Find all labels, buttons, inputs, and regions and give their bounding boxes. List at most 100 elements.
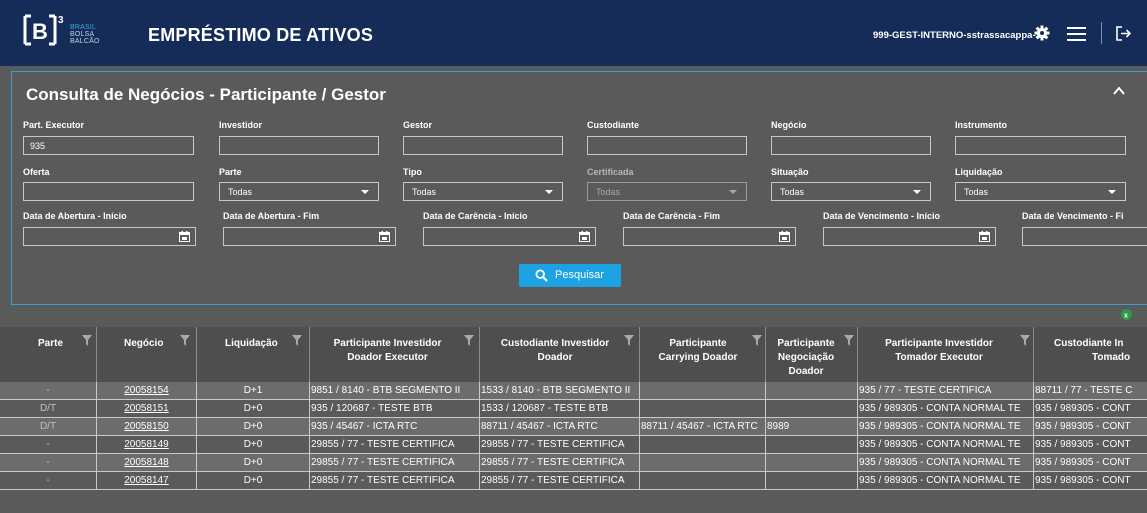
carencia-inicio-input[interactable] [423, 227, 596, 246]
menu-icon[interactable] [1067, 27, 1086, 41]
cell-negocio[interactable]: 20058154 [97, 382, 197, 400]
cell-liquidacao: D+0 [197, 472, 310, 490]
liquidacao-select[interactable]: Todas [955, 182, 1126, 201]
filter-panel: Consulta de Negócios - Participante / Ge… [11, 71, 1147, 305]
cell-ci-tomador: 935 / 989305 - CONT [1035, 403, 1131, 414]
table-row[interactable]: D/T 20058150 D+0 935 / 45467 - ICTA RTC 8871… [0, 418, 1147, 436]
label-gestor: Gestor [403, 120, 433, 130]
filter-icon[interactable] [82, 335, 92, 346]
label-negocio: Negócio [771, 120, 807, 130]
calendar-icon[interactable] [979, 231, 990, 242]
cell-parte: D/T [0, 418, 97, 436]
filter-icon[interactable] [464, 335, 474, 346]
cell-pn-doador [766, 454, 858, 472]
gestor-input[interactable] [403, 136, 563, 155]
column-header-pi-tomador[interactable]: Participante Investidor Tomador Executor [858, 327, 1034, 382]
situacao-select[interactable]: Todas [771, 182, 931, 201]
toolbar-divider [1101, 22, 1102, 44]
cell-liquidacao: D+0 [197, 454, 310, 472]
parte-select[interactable]: Todas [219, 182, 379, 201]
calendar-icon[interactable] [779, 231, 790, 242]
investidor-input[interactable] [219, 136, 379, 155]
oferta-input[interactable] [23, 182, 194, 201]
cell-pi-doador: 29855 / 77 - TESTE CERTIFICA [310, 454, 480, 472]
panel-title: Consulta de Negócios - Participante / Ge… [26, 85, 386, 104]
abertura-inicio-input[interactable] [23, 227, 196, 246]
top-bar: B 3 BRASIL BOLSA BALCÃO EMPRÉSTIMO DE AT… [0, 0, 1147, 66]
excel-export-icon[interactable]: x [1121, 309, 1132, 320]
situacao-select-value: Todas [780, 187, 805, 197]
cell-ci-tomador: 935 / 989305 - CONT [1035, 439, 1131, 450]
cell-pi-tomador: 935 / 989305 - CONTA NORMAL TE [858, 436, 1034, 454]
filter-icon[interactable] [1020, 335, 1030, 346]
table-row[interactable]: -20058149 D+0 29855 / 77 - TESTE CERTIFICA… [0, 436, 1147, 454]
column-title: Doador Executor [347, 352, 428, 363]
gear-icon[interactable] [1034, 25, 1050, 41]
label-oferta: Oferta [23, 167, 50, 177]
calendar-icon[interactable] [379, 231, 390, 242]
cell-pi-tomador: 935 / 77 - TESTE CERTIFICA [858, 382, 1034, 400]
chevron-up-icon[interactable] [1112, 84, 1126, 98]
parte-select-value: Todas [228, 187, 253, 197]
filter-icon[interactable] [624, 335, 634, 346]
column-title: Custodiante Investidor [500, 338, 610, 349]
cell-negocio[interactable]: 20058149 [97, 436, 197, 454]
instrumento-input[interactable] [955, 136, 1126, 155]
cell-parte: - [0, 472, 97, 490]
label-vencimento-fim: Data de Vencimento - Fi [1022, 211, 1124, 221]
column-title: Parte [38, 338, 64, 349]
cell-negocio[interactable]: 20058150 [97, 418, 197, 436]
table-row[interactable]: -20058154 D+1 9851 / 8140 - BTB SEGMENTO I… [0, 382, 1147, 400]
filter-icon[interactable] [180, 335, 190, 346]
cell-negocio[interactable]: 20058148 [97, 454, 197, 472]
filter-icon[interactable] [844, 335, 854, 346]
column-title: Participante Investidor [333, 338, 442, 349]
cell-pi-tomador: 935 / 989305 - CONTA NORMAL TE [858, 472, 1034, 490]
logout-icon[interactable] [1115, 25, 1132, 42]
user-name[interactable]: 999-GEST-INTERNO-sstrassacappa-S1 [873, 30, 1047, 41]
cell-ci-doador: 1533 / 8140 - BTB SEGMENTO II [480, 382, 640, 400]
filter-icon[interactable] [292, 335, 302, 346]
column-header-ci-doador[interactable]: Custodiante Investidor Doador [480, 327, 640, 382]
column-header-negocio[interactable]: Negócio [97, 327, 197, 382]
cell-parte: D/T [0, 400, 97, 418]
chevron-down-icon [1108, 190, 1116, 194]
column-header-pi-doador[interactable]: Participante Investidor Doador Executor [310, 327, 480, 382]
cell-ci-tomador: 935 / 989305 - CONT [1035, 475, 1131, 486]
column-header-liquidacao[interactable]: Liquidação [197, 327, 310, 382]
vencimento-fim-input[interactable] [1022, 227, 1147, 246]
calendar-icon[interactable] [579, 231, 590, 242]
cell-negocio[interactable]: 20058151 [97, 400, 197, 418]
calendar-icon[interactable] [179, 231, 190, 242]
cell-ci-doador: 1533 / 120687 - TESTE BTB [480, 400, 640, 418]
vencimento-inicio-input[interactable] [823, 227, 996, 246]
tipo-select[interactable]: Todas [403, 182, 563, 201]
column-title: Negócio [124, 338, 164, 349]
abertura-fim-input[interactable] [223, 227, 396, 246]
table-row[interactable]: -20058148 D+0 29855 / 77 - TESTE CERTIFICA… [0, 454, 1147, 472]
carencia-fim-input[interactable] [623, 227, 796, 246]
label-certificada: Certificada [587, 167, 634, 177]
cell-negocio[interactable]: 20058147 [97, 472, 197, 490]
cell-pn-doador [766, 472, 858, 490]
table-row[interactable]: D/T 20058151 D+0 935 / 120687 - TESTE BTB 15… [0, 400, 1147, 418]
label-carencia-inicio: Data de Carência - Início [423, 211, 528, 221]
column-header-pc-doador[interactable]: Participante Carrying Doador [640, 327, 766, 382]
column-header-parte[interactable]: Parte [0, 327, 97, 382]
cell-pi-doador: 935 / 45467 - ICTA RTC [310, 418, 480, 436]
filter-icon[interactable] [752, 335, 762, 346]
negocio-input[interactable] [771, 136, 931, 155]
column-header-ci-tomador[interactable]: Custodiante In Tomado [1034, 327, 1147, 382]
table-row[interactable]: -20058147 D+0 29855 / 77 - TESTE CERTIFICA… [0, 472, 1147, 490]
cell-ci-doador: 29855 / 77 - TESTE CERTIFICA [480, 454, 640, 472]
column-header-pn-doador[interactable]: Participante Negociação Doador [766, 327, 858, 382]
svg-text:x: x [1124, 313, 1128, 320]
certificada-select: Todas [587, 182, 747, 201]
search-button[interactable]: Pesquisar [519, 264, 621, 287]
tipo-select-value: Todas [412, 187, 437, 197]
custodiante-input[interactable] [587, 136, 747, 155]
cell-pc-doador [640, 472, 766, 490]
column-title: Tomado [1092, 352, 1131, 363]
cell-pc-doador [640, 400, 766, 418]
part-executor-input[interactable] [23, 136, 194, 155]
